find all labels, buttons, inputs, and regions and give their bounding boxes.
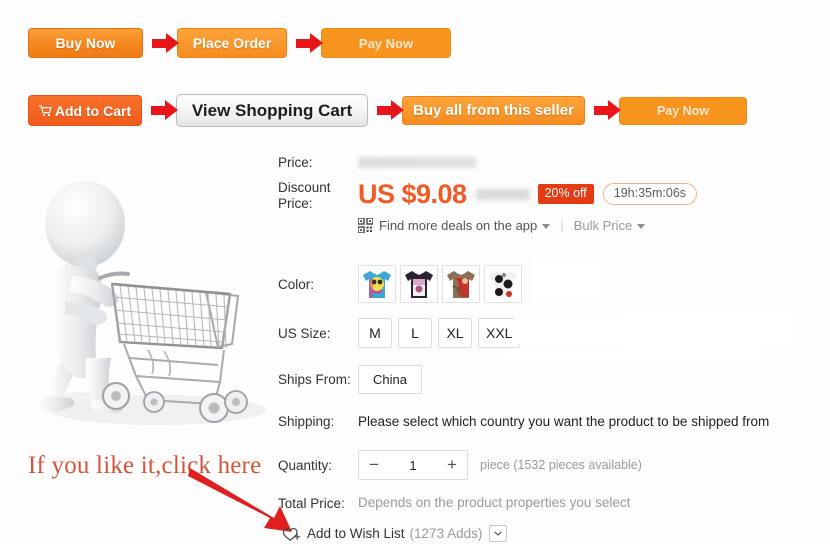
right-arrow-icon [143, 28, 179, 58]
bulk-price-link[interactable]: Bulk Price [574, 218, 633, 233]
right-arrow-icon [368, 96, 404, 126]
chevron-down-icon[interactable] [489, 525, 508, 542]
redaction-block-2 [626, 312, 798, 346]
add-to-cart-label: Add to Cart [54, 102, 132, 119]
countdown-timer: 19h:35m:06s [602, 183, 698, 205]
checkout-flow-row-2: Add to Cart View Shopping Cart Buy all f… [28, 94, 747, 127]
color-swatch-2[interactable] [442, 265, 480, 303]
color-swatch-0[interactable] [358, 265, 396, 303]
ships-from-label: Ships From: [278, 372, 351, 387]
pay-now-button-1[interactable]: Pay Now [321, 28, 451, 58]
discount-price-value: US $9.08 [358, 179, 467, 209]
add-to-cart-button[interactable]: Add to Cart [28, 95, 142, 126]
redaction-block-1 [531, 258, 601, 302]
quantity-stepper[interactable]: − + [358, 450, 468, 480]
quantity-input[interactable] [389, 456, 437, 474]
view-cart-label: View Shopping Cart [191, 100, 353, 120]
size-option-l[interactable]: L [398, 318, 432, 348]
total-price-row: Total Price: Depends on the product prop… [278, 495, 630, 512]
ships-from-row: Ships From: China [278, 365, 422, 394]
total-price-value: Depends on the product properties you se… [358, 495, 631, 510]
ships-from-option-china[interactable]: China [358, 365, 422, 394]
wishlist-row[interactable]: Add to Wish List (1273 Adds) [282, 525, 508, 542]
quantity-availability-note: piece (1532 pieces available) [480, 458, 642, 472]
app-deals-row: Find more deals on the app | Bulk Price [358, 218, 646, 233]
redaction-block-4 [560, 346, 760, 362]
quantity-label: Quantity: [278, 457, 333, 473]
screenshot-root: Buy Now Place Order Pay Now Add to Cart [0, 0, 830, 544]
shipping-label: Shipping: [278, 414, 335, 429]
wishlist-count: (1273 Adds) [409, 526, 483, 541]
place-order-button[interactable]: Place Order [177, 28, 287, 58]
size-label: US Size: [278, 325, 331, 341]
pay-now-label-2: Pay Now [656, 103, 710, 118]
divider: | [560, 218, 564, 233]
view-shopping-cart-button[interactable]: View Shopping Cart [176, 94, 368, 127]
size-option-m[interactable]: M [358, 318, 392, 348]
pay-now-button-2[interactable]: Pay Now [619, 96, 747, 125]
qr-code-icon [358, 218, 373, 233]
shipping-message: Please select which country you want the… [358, 414, 770, 429]
discount-price-row: Discount Price: US $9.08 20% off 19h:35m… [278, 179, 698, 212]
checkout-flow-row-1: Buy Now Place Order Pay Now [28, 28, 451, 58]
total-price-label: Total Price: [278, 496, 345, 511]
app-deals-link[interactable]: Find more deals on the app [379, 218, 537, 233]
redaction-block-3 [514, 316, 634, 344]
size-option-xl[interactable]: XL [438, 318, 472, 348]
place-order-label: Place Order [192, 35, 272, 51]
right-arrow-icon [287, 28, 323, 58]
shipping-row: Shipping: Please select which country yo… [278, 413, 769, 430]
color-label: Color: [278, 276, 315, 292]
price-row: Price: [278, 154, 476, 171]
heart-plus-icon [282, 526, 301, 542]
right-arrow-icon [585, 96, 621, 126]
quantity-decrease-button[interactable]: − [359, 452, 389, 478]
quantity-row: Quantity: − + piece (1532 pieces availab… [278, 450, 642, 480]
color-swatch-3[interactable] [484, 265, 522, 303]
buy-now-button[interactable]: Buy Now [28, 28, 143, 58]
buy-all-label: Buy all from this seller [413, 102, 574, 119]
discount-badge: 20% off [537, 184, 594, 204]
color-swatch-1[interactable] [400, 265, 438, 303]
quantity-increase-button[interactable]: + [437, 452, 467, 478]
original-price-blurred [358, 157, 476, 168]
buy-all-from-seller-button[interactable]: Buy all from this seller [402, 96, 585, 125]
product-hero-image [8, 152, 276, 442]
pay-now-label: Pay Now [358, 35, 414, 51]
discount-price-label: Discount Price: [278, 180, 331, 211]
chevron-down-icon[interactable] [637, 224, 646, 229]
shopping-cart-icon [38, 104, 52, 120]
color-swatch-list [358, 265, 522, 303]
price-label: Price: [278, 155, 313, 170]
buy-now-label: Buy Now [55, 35, 116, 51]
wishlist-label: Add to Wish List [307, 526, 405, 541]
redaction-block-5 [498, 348, 568, 362]
unit-blurred [475, 188, 530, 200]
color-row: Color: [278, 265, 522, 303]
right-arrow-icon [142, 96, 178, 126]
chevron-down-icon[interactable] [542, 224, 551, 229]
